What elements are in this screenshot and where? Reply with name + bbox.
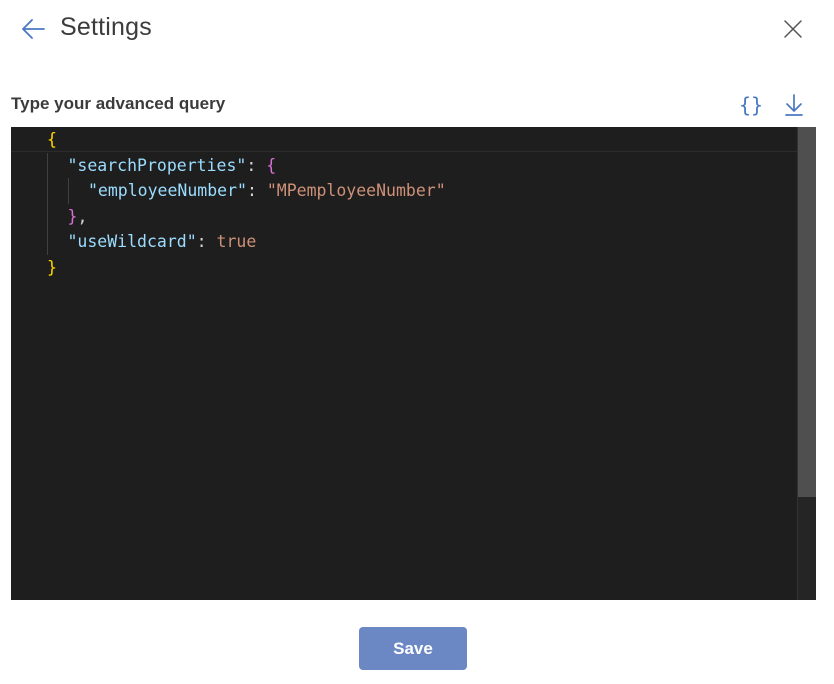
indent-guide [68,178,69,204]
back-button[interactable] [18,14,48,44]
indent-guide [47,229,48,255]
svg-text:{}: {} [739,93,763,117]
download-icon [785,94,803,116]
code-token: "searchProperties" [67,155,247,175]
code-token: { [47,130,57,149]
query-label: Type your advanced query [11,94,226,113]
save-button[interactable]: Save [359,627,467,670]
settings-panel: Settings Type your advanced query {} { "s… [0,0,834,684]
code-token: "employeeNumber" [88,181,247,200]
download-button[interactable] [781,92,807,118]
indent-guide [47,152,48,178]
code-token: } [47,257,57,277]
panel-header: Settings [0,0,834,60]
code-token: "useWildcard" [67,232,197,251]
code-token: , [77,206,88,226]
format-json-button[interactable]: {} [738,92,764,118]
code-token: true [216,232,257,251]
code-token: { [266,155,277,175]
code-token: : [196,232,217,251]
indent-guide [47,178,48,204]
arrow-left-icon [22,19,45,39]
code-token: : [246,155,267,175]
code-token: } [67,206,78,226]
scrollbar-thumb[interactable] [798,127,816,497]
indent-guide [47,203,48,229]
close-icon [784,20,802,38]
page-title: Settings [60,13,152,41]
code-token: "MPemployeeNumber" [266,181,446,200]
code-token: : [246,181,267,200]
editor-scrollbar[interactable] [797,127,816,600]
query-editor[interactable]: {"searchProperties": {"employeeNumber": … [11,127,816,600]
current-line-highlight [11,127,797,152]
curly-braces-icon: {} [739,93,763,117]
close-button[interactable] [780,16,806,42]
